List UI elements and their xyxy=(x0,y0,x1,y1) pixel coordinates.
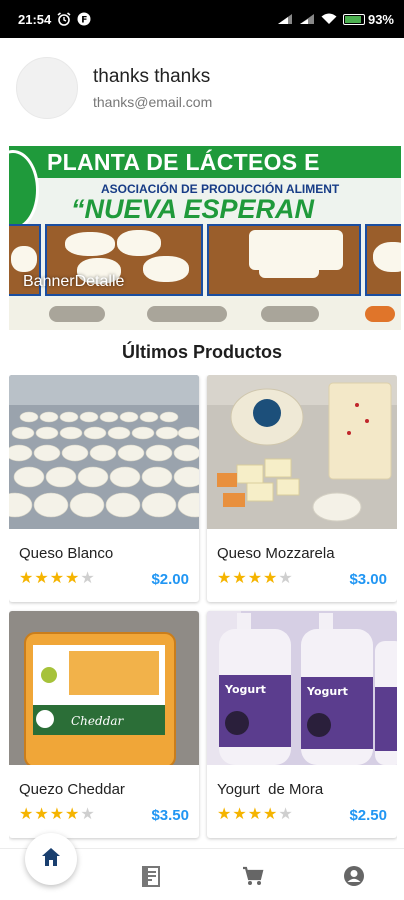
star-empty-icon: ★ xyxy=(80,806,95,823)
product-image xyxy=(207,375,397,529)
sponsor-logo xyxy=(261,306,319,322)
product-image: Cheddar xyxy=(9,611,199,765)
sponsor-logo xyxy=(49,306,105,322)
avatar[interactable] xyxy=(16,57,78,119)
star-filled-icon: ★ xyxy=(49,806,65,823)
home-button[interactable] xyxy=(25,833,77,885)
section-title: Últimos Productos xyxy=(121,342,282,362)
svg-text:Cheddar: Cheddar xyxy=(71,714,125,728)
star-filled-icon: ★ xyxy=(232,570,247,587)
alarm-icon xyxy=(57,12,71,26)
rating-stars: ★ ★ ★ ★ ★ xyxy=(19,571,95,587)
product-image: Yogurt Yogurt xyxy=(207,611,397,765)
star-filled-icon: ★ xyxy=(34,806,49,823)
star-filled-icon: ★ xyxy=(19,570,34,587)
rating-stars: ★ ★ ★ ★ ★ xyxy=(19,807,95,823)
star-filled-icon: ★ xyxy=(247,806,263,823)
signal-icon xyxy=(277,13,293,25)
battery-icon xyxy=(342,13,365,25)
product-price: $2.00 xyxy=(151,571,189,588)
star-empty-icon: ★ xyxy=(80,570,95,587)
product-card[interactable]: Queso Mozzarela ★ ★ ★ ★ ★ $3.00 xyxy=(207,375,397,602)
banner-sponsor-strip xyxy=(9,298,401,330)
banner-photo xyxy=(365,224,401,296)
product-card[interactable]: Cheddar Quezo Cheddar ★ ★ ★ ★ ★ $3.50 xyxy=(9,611,199,838)
star-filled-icon: ★ xyxy=(232,806,247,823)
banner-quote: “NUEVA ESPERAN xyxy=(71,194,315,224)
banner-headline: PLANTA DE LÁCTEOS E xyxy=(47,149,320,175)
rating-stars: ★ ★ ★ ★ ★ xyxy=(217,807,293,823)
user-name: thanks thanks xyxy=(93,66,211,87)
battery-indicator: 93% xyxy=(342,11,394,27)
app-notification-icon: F xyxy=(77,12,91,26)
product-card[interactable]: Yogurt Yogurt Yogurt de Mora ★ ★ ★ ★ ★ $2.50 xyxy=(207,611,397,838)
promo-banner[interactable]: PLANTA DE LÁCTEOS E ASOCIACIÓN DE PRODUC… xyxy=(9,146,401,330)
cart-icon[interactable] xyxy=(240,863,266,889)
star-filled-icon: ★ xyxy=(34,570,49,587)
svg-text:F: F xyxy=(82,16,88,26)
star-empty-icon: ★ xyxy=(278,570,293,587)
svg-text:Yogurt: Yogurt xyxy=(224,683,266,696)
battery-percent: 93% xyxy=(367,11,394,27)
svg-text:Yogurt: Yogurt xyxy=(306,685,348,698)
star-filled-icon: ★ xyxy=(65,806,80,823)
wifi-icon xyxy=(321,13,337,25)
product-name: Queso Mozzarela xyxy=(217,545,335,562)
product-name: Quezo Cheddar xyxy=(19,781,125,798)
star-filled-icon: ★ xyxy=(263,570,278,587)
sponsor-logo xyxy=(365,306,395,322)
banner-photo xyxy=(207,224,361,296)
status-bar: 21:54 F 93% xyxy=(0,0,404,38)
star-filled-icon: ★ xyxy=(217,806,232,823)
star-filled-icon: ★ xyxy=(217,570,232,587)
user-email: thanks@email.com xyxy=(93,94,213,110)
rating-stars: ★ ★ ★ ★ ★ xyxy=(217,571,293,587)
account-icon[interactable] xyxy=(341,863,367,889)
star-filled-icon: ★ xyxy=(49,570,65,587)
star-filled-icon: ★ xyxy=(65,570,80,587)
star-filled-icon: ★ xyxy=(247,570,263,587)
product-image xyxy=(9,375,199,529)
home-icon xyxy=(39,845,63,874)
catalog-icon[interactable] xyxy=(138,863,164,889)
product-name: Yogurt de Mora xyxy=(217,781,324,798)
star-filled-icon: ★ xyxy=(19,806,34,823)
product-name: Queso Blanco xyxy=(19,545,114,562)
star-empty-icon: ★ xyxy=(278,806,293,823)
status-time: 21:54 xyxy=(18,11,52,27)
product-price: $3.50 xyxy=(151,807,189,824)
product-price: $3.00 xyxy=(349,571,387,588)
product-price: $2.50 xyxy=(349,807,387,824)
profile-header[interactable]: thanks thanks thanks@email.com xyxy=(0,38,404,138)
sponsor-logo xyxy=(147,306,227,322)
signal-icon-2 xyxy=(299,13,315,25)
star-filled-icon: ★ xyxy=(263,806,278,823)
product-card[interactable]: Queso Blanco ★ ★ ★ ★ ★ $2.00 xyxy=(9,375,199,602)
product-grid: Queso Blanco ★ ★ ★ ★ ★ $2.00 Queso Mozzarela xyxy=(9,375,397,845)
banner-label: BannerDetalle xyxy=(23,273,125,290)
